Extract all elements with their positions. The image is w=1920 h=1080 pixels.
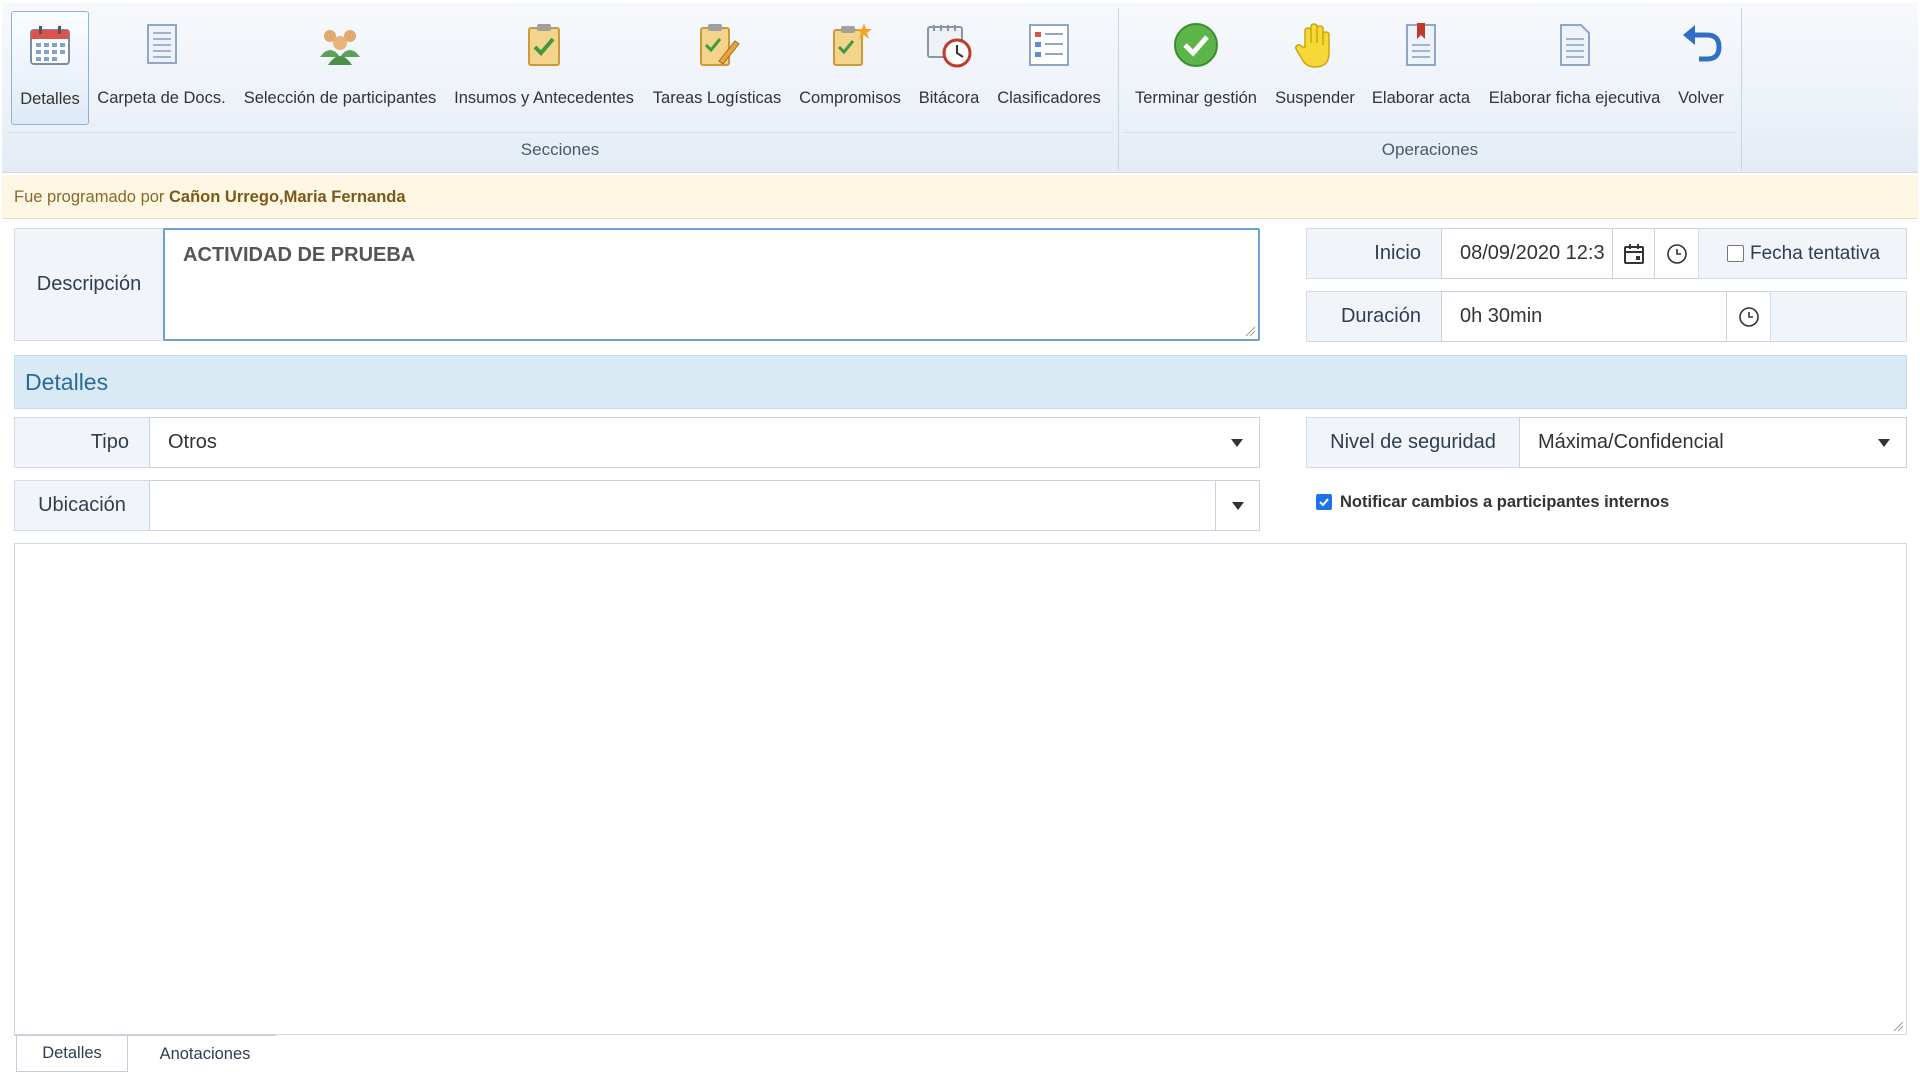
ribbon-label: Insumos y Antecedentes (454, 89, 634, 107)
inicio-datetime-input[interactable]: 08/09/2020 12:3 (1441, 228, 1613, 279)
tab-anotaciones[interactable]: Anotaciones (130, 1036, 280, 1072)
time-picker-button[interactable] (1654, 228, 1699, 279)
file-icon (1559, 24, 1590, 66)
ribbon-button-detalles[interactable]: Detalles (11, 11, 89, 125)
nivel-seguridad-select[interactable]: Máxima/Confidencial (1519, 417, 1907, 468)
duracion-value: 0h 30min (1460, 305, 1543, 327)
ribbon-button-ficha-ejecutiva[interactable]: Elaborar ficha ejecutiva (1482, 11, 1667, 125)
detalles-section-header: Detalles (14, 355, 1907, 409)
ribbon-label: Clasificadores (997, 89, 1101, 107)
notice-prefix: Fue programado por (14, 188, 165, 206)
document-icon (146, 24, 177, 64)
clock-icon (1666, 243, 1687, 264)
notificar-checkbox[interactable] (1316, 494, 1332, 510)
ribbon-button-carpeta[interactable]: Carpeta de Docs. (94, 11, 229, 125)
tab-label: Detalles (42, 1044, 102, 1062)
tipo-label: Tipo (14, 417, 150, 468)
ribbon-button-terminar[interactable]: Terminar gestión (1127, 11, 1265, 125)
nivel-seguridad-label: Nivel de seguridad (1306, 417, 1520, 468)
duracion-label-text: Duración (1340, 305, 1421, 327)
ribbon-button-insumos[interactable]: Insumos y Antecedentes (450, 11, 638, 125)
list-icon (1029, 24, 1069, 66)
ubicacion-label: Ubicación (14, 480, 150, 531)
ribbon-button-compromisos[interactable]: Compromisos (795, 11, 905, 125)
fecha-tentativa-label: Fecha tentativa (1750, 242, 1880, 264)
ribbon-button-participantes[interactable]: Selección de participantes (236, 11, 444, 125)
inicio-label: Inicio (1306, 228, 1442, 279)
chevron-down-icon (1231, 438, 1243, 447)
ribbon-label: Compromisos (799, 89, 901, 107)
ribbon-label: Selección de participantes (243, 89, 437, 107)
tipo-value: Otros (168, 431, 217, 453)
group-label-secciones: Secciones (520, 140, 600, 159)
clock-log-icon (927, 25, 972, 68)
tab-label: Anotaciones (159, 1044, 251, 1063)
detalles-content-area[interactable] (14, 543, 1907, 1035)
ribbon-label: Terminar gestión (1135, 89, 1257, 107)
hand-stop-icon (1295, 23, 1330, 68)
ubicacion-input[interactable] (149, 480, 1216, 531)
duracion-input[interactable]: 0h 30min (1441, 291, 1727, 342)
duracion-label: Duración (1306, 291, 1442, 342)
ribbon-label: Detalles (20, 90, 80, 108)
notificar-control[interactable]: Notificar cambios a participantes intern… (1316, 490, 1669, 514)
ubicacion-dropdown-button[interactable] (1215, 480, 1260, 531)
clipboard-pencil-icon (700, 24, 740, 66)
ribbon-button-bitacora[interactable]: Bitácora (911, 11, 987, 125)
chevron-down-icon (1878, 438, 1890, 447)
notificar-label: Notificar cambios a participantes intern… (1340, 492, 1670, 511)
calendar-picker-button[interactable] (1612, 228, 1655, 279)
group-separator (1118, 8, 1119, 170)
ribbon-button-volver[interactable]: Volver (1672, 11, 1730, 125)
ribbon-label: Carpeta de Docs. (97, 89, 226, 107)
duration-picker-button[interactable] (1726, 291, 1771, 342)
tab-detalles[interactable]: Detalles (16, 1036, 128, 1072)
inicio-value: 08/09/2020 12:3 (1460, 242, 1605, 264)
duracion-spacer (1770, 291, 1907, 342)
resize-handle-icon[interactable] (1244, 325, 1256, 337)
group-label-operaciones: Operaciones (1381, 140, 1479, 159)
nivel-value: Máxima/Confidencial (1538, 431, 1724, 453)
ribbon-button-suspender[interactable]: Suspender (1270, 11, 1360, 125)
ribbon-button-tareas[interactable]: Tareas Logísticas (645, 11, 789, 125)
tipo-select[interactable]: Otros (149, 417, 1260, 468)
clock-icon (1738, 306, 1759, 327)
fecha-tentativa-control[interactable]: Fecha tentativa (1698, 228, 1907, 279)
undo-arrow-icon (1683, 25, 1722, 62)
ribbon-label: Bitácora (918, 89, 980, 107)
fecha-tentativa-checkbox[interactable] (1727, 245, 1744, 262)
notice-author: Cañon Urrego,Maria Fernanda (169, 188, 406, 206)
group-divider (8, 132, 1112, 133)
ubicacion-label-text: Ubicación (38, 494, 126, 516)
nivel-label-text: Nivel de seguridad (1330, 431, 1496, 453)
scheduled-by-notice: Fue programado por Cañon Urrego,Maria Fe… (2, 175, 1918, 219)
group-divider (1124, 132, 1736, 133)
clipboard-star-icon (833, 23, 872, 66)
ribbon-label: Tareas Logísticas (652, 89, 782, 107)
ribbon-label: Elaborar acta (1371, 89, 1471, 107)
calendar-icon (30, 26, 70, 65)
ribbon-label: Suspender (1275, 89, 1355, 107)
chevron-down-icon (1231, 501, 1244, 510)
resize-handle-icon[interactable] (1892, 1020, 1904, 1032)
ribbon-label: Volver (1678, 89, 1724, 107)
descripcion-label-text: Descripción (36, 273, 142, 295)
bookmark-document-icon (1406, 23, 1436, 66)
ribbon-button-clasificadores[interactable]: Clasificadores (993, 11, 1105, 125)
descripcion-label: Descripción (14, 228, 164, 341)
inicio-label-text: Inicio (1374, 242, 1421, 264)
group-separator (1741, 8, 1742, 170)
ribbon-button-elaborar-acta[interactable]: Elaborar acta (1367, 11, 1475, 125)
tipo-label-text: Tipo (90, 431, 129, 453)
clipboard-check-icon (528, 24, 560, 66)
users-group-icon (320, 30, 360, 65)
descripcion-value: ACTIVIDAD DE PRUEBA (183, 244, 416, 266)
check-icon (1319, 498, 1329, 507)
calendar-icon (1623, 243, 1644, 264)
ribbon-label: Elaborar ficha ejecutiva (1488, 89, 1661, 107)
check-circle-icon (1174, 23, 1218, 67)
descripcion-textarea[interactable]: ACTIVIDAD DE PRUEBA (163, 228, 1260, 341)
